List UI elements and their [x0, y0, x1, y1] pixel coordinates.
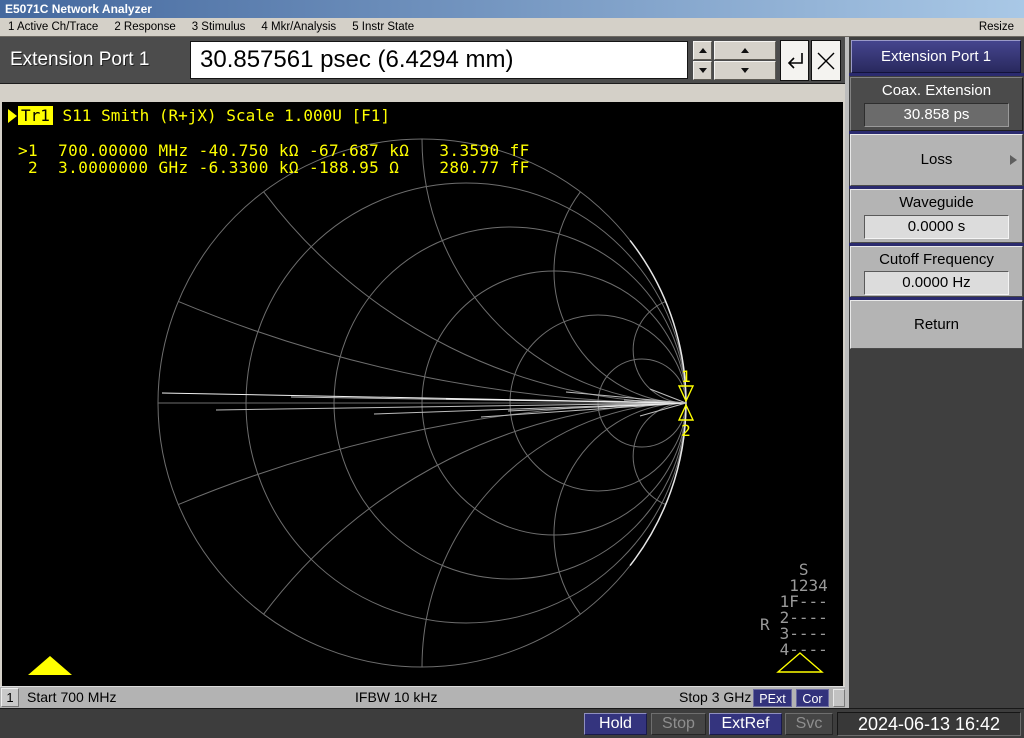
svg-text:1: 1	[681, 367, 691, 386]
sweep-indicators	[28, 652, 824, 675]
softkey-label: Coax. Extension	[881, 82, 992, 99]
smith-chart-svg: 12	[28, 138, 824, 675]
menu-stimulus[interactable]: 3 Stimulus	[184, 21, 254, 33]
port-extension-badge: PExt	[753, 689, 792, 707]
coarse-spin-up-button[interactable]	[714, 41, 776, 60]
softkey-coax-extension[interactable]: Coax. Extension 30.858 ps	[850, 77, 1023, 131]
extension-value-input[interactable]	[190, 41, 688, 79]
sparameter-matrix-text: S 1234 1F--- 2---- 3---- 4----	[779, 560, 828, 659]
softkey-label: Waveguide	[899, 194, 974, 211]
menu-resize[interactable]: Resize	[971, 21, 1024, 33]
smith-grid	[157, 138, 687, 668]
menu-bar: 1 Active Ch/Trace 2 Response 3 Stimulus …	[0, 18, 1024, 37]
menu-mkr-analysis[interactable]: 4 Mkr/Analysis	[253, 21, 344, 33]
softkey-cutoff-frequency[interactable]: Cutoff Frequency 0.0000 Hz	[850, 246, 1023, 297]
start-frequency-label: Start 700 MHz	[27, 689, 117, 705]
fine-spinner	[693, 41, 712, 80]
status-svc: Svc	[785, 713, 833, 735]
menu-instr-state[interactable]: 5 Instr State	[344, 21, 422, 33]
softkey-label: Cutoff Frequency	[879, 251, 994, 268]
softkey-menu-title: Extension Port 1	[851, 40, 1021, 73]
softkey-label: Return	[913, 316, 960, 333]
waveguide-value: 0.0000 s	[864, 215, 1009, 239]
entry-field-label: Extension Port 1	[10, 49, 150, 70]
coarse-spin-down-button[interactable]	[714, 61, 776, 80]
status-stop: Stop	[651, 713, 706, 735]
receiver-axis-label: R	[760, 615, 770, 634]
submenu-arrow-icon	[1010, 155, 1017, 165]
trace-header: Tr1 S11 Smith (R+jX) Scale 1.000U [F1]	[8, 106, 390, 125]
softkey-separator	[849, 73, 1024, 76]
window-title: E5071C Network Analyzer	[5, 2, 152, 16]
instrument-status-bar: Hold Stop ExtRef Svc 2024-06-13 16:42	[0, 708, 1024, 738]
softkey-return[interactable]: Return	[850, 300, 1023, 349]
softkey-loss[interactable]: Loss	[850, 134, 1023, 186]
sparameter-status-matrix: R S 1234 1F--- 2---- 3---- 4----	[760, 562, 828, 658]
coax-extension-value: 30.858 ps	[864, 103, 1009, 127]
up-arrow-icon	[741, 48, 749, 53]
close-icon	[817, 52, 835, 69]
cutoff-frequency-value: 0.0000 Hz	[864, 271, 1009, 295]
instrument-screen: E5071C Network Analyzer 1 Active Ch/Trac…	[0, 0, 1024, 738]
active-trace-arrow-icon	[8, 108, 17, 123]
enter-icon	[787, 52, 803, 69]
down-arrow-icon	[741, 68, 749, 73]
smith-chart-plot-area: 12 Tr1 S11 Smith (R+jX) Scale 1.000U [F1…	[2, 102, 843, 686]
correction-badge: Cor	[796, 689, 829, 707]
stop-frequency-label: Stop 3 GHz	[679, 689, 752, 705]
entry-bar: Extension Port 1	[0, 37, 845, 84]
softkey-label: Loss	[920, 151, 953, 168]
sweep-start-triangle	[28, 656, 72, 675]
marker-row-2: 2 3.0000000 GHz -6.3300 kΩ -188.95 Ω 280…	[18, 158, 530, 177]
enter-button[interactable]	[780, 40, 809, 81]
ifbw-label: IFBW 10 kHz	[355, 689, 438, 705]
close-entry-button[interactable]	[811, 40, 841, 81]
trace-name-badge[interactable]: Tr1	[18, 106, 53, 125]
spare-status-box	[833, 689, 845, 707]
channel-status-bar: 1 Start 700 MHz IFBW 10 kHz Stop 3 GHz P…	[0, 686, 845, 708]
coarse-spinner	[714, 41, 776, 80]
status-extref: ExtRef	[709, 713, 782, 735]
menu-response[interactable]: 2 Response	[106, 21, 183, 33]
down-arrow-icon	[698, 68, 707, 73]
datetime-display: 2024-06-13 16:42	[837, 712, 1021, 736]
softkey-waveguide[interactable]: Waveguide 0.0000 s	[850, 189, 1023, 243]
svg-text:2: 2	[681, 421, 691, 440]
status-hold: Hold	[584, 713, 647, 735]
channel-number-badge: 1	[1, 688, 19, 707]
menu-active-ch-trace[interactable]: 1 Active Ch/Trace	[0, 21, 106, 33]
title-bar: E5071C Network Analyzer	[0, 0, 1024, 18]
softkey-sidebar: Extension Port 1 Coax. Extension 30.858 …	[845, 37, 1024, 710]
fine-spin-down-button[interactable]	[693, 61, 712, 80]
fine-spin-up-button[interactable]	[693, 41, 712, 60]
up-arrow-icon	[698, 48, 707, 53]
marker-row-1: >1 700.00000 MHz -40.750 kΩ -67.687 kΩ 3…	[18, 141, 530, 160]
trace-format-text: S11 Smith (R+jX) Scale 1.000U [F1]	[52, 106, 391, 125]
marker-readout-table: >1 700.00000 MHz -40.750 kΩ -67.687 kΩ 3…	[18, 142, 530, 176]
